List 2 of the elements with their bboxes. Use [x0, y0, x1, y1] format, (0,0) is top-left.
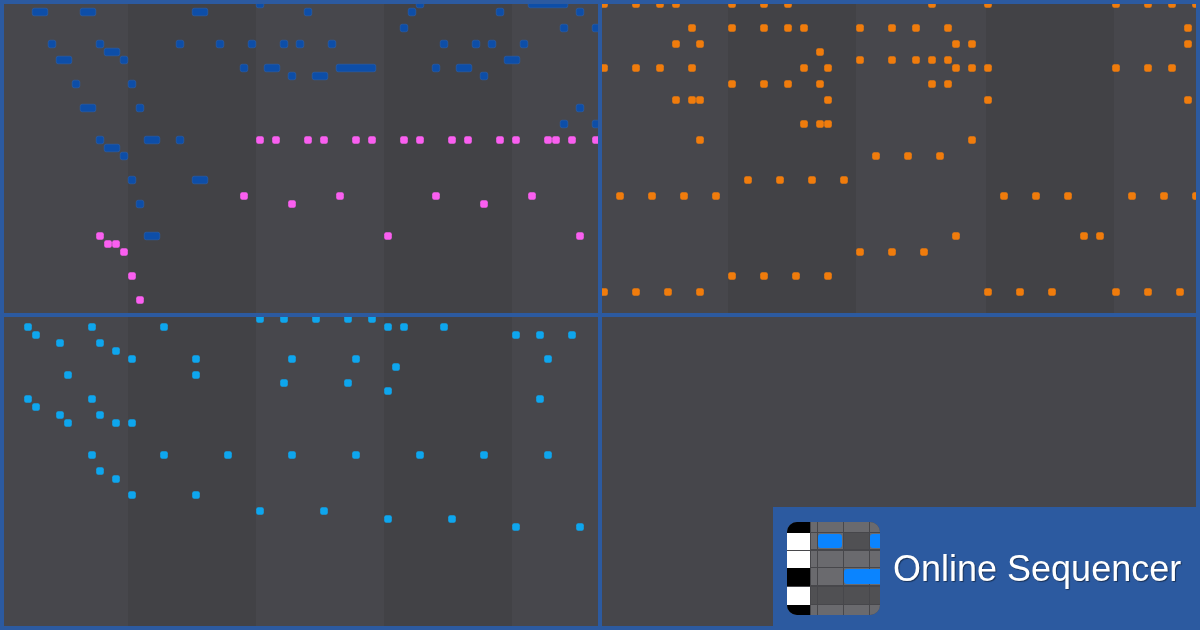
app-title: Online Sequencer: [893, 547, 1182, 590]
logo-icon: [787, 522, 880, 615]
